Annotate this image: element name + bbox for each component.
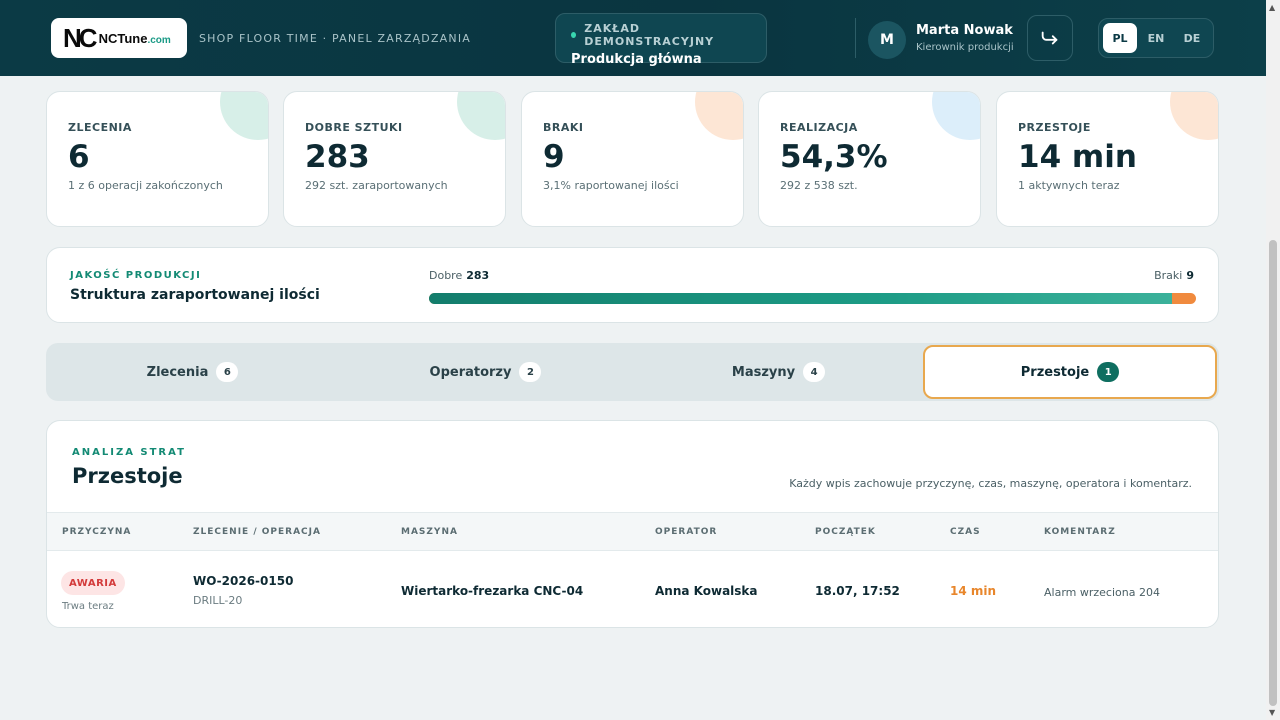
tab-downtime[interactable]: Przestoje 1 xyxy=(923,345,1217,399)
kpi-card-orders: ZLECENIA 6 1 z 6 operacji zakończonych xyxy=(46,91,269,227)
status-badge: AWARIA xyxy=(61,571,125,595)
comment: Alarm wrzeciona 204 xyxy=(1044,586,1160,599)
tab-machines[interactable]: Maszyny 4 xyxy=(632,343,925,401)
logo-domain: .com xyxy=(147,34,171,46)
kpi-value: 54,3% xyxy=(780,139,888,175)
tab-label: Zlecenia xyxy=(146,364,209,380)
user-name: Marta Nowak xyxy=(916,23,1013,38)
kpi-card-good-parts: DOBRE SZTUKI 283 292 szt. zaraportowanyc… xyxy=(283,91,506,227)
kpi-card-completion: REALIZACJA 54,3% 292 z 538 szt. xyxy=(758,91,981,227)
kpi-label: DOBRE SZTUKI xyxy=(305,121,403,134)
tab-bar: Zlecenia 6 Operatorzy 2 Maszyny 4 Przestoje… xyxy=(46,343,1219,401)
tab-label: Przestoje xyxy=(1020,364,1090,380)
good-parts-legend: Dobre 283 xyxy=(429,269,489,282)
user-role: Kierownik produkcji xyxy=(916,42,1014,53)
quality-progress-bar xyxy=(429,293,1196,304)
language-switcher: PL EN DE xyxy=(1098,18,1214,58)
kpi-subtext: 3,1% raportowanej ilości xyxy=(543,179,679,193)
tab-operators[interactable]: Operatorzy 2 xyxy=(339,343,632,401)
logout-icon xyxy=(1041,31,1058,45)
kpi-label: PRZESTOJE xyxy=(1018,121,1091,134)
scrap-label: Braki xyxy=(1154,269,1183,282)
avatar[interactable]: M xyxy=(868,21,906,59)
column-header-start[interactable]: POCZĄTEK xyxy=(815,527,876,537)
kpi-card-scrap: BRAKI 9 3,1% raportowanej ilości xyxy=(521,91,744,227)
tab-count-badge: 1 xyxy=(1097,362,1120,382)
column-header-reason[interactable]: PRZYCZYNA xyxy=(62,527,131,537)
lang-button-pl[interactable]: PL xyxy=(1103,23,1137,53)
page-scrollbar[interactable]: ▲ ▼ xyxy=(1266,0,1280,720)
panel-eyebrow: ANALIZA STRAT xyxy=(72,447,186,458)
operation-code: DRILL-20 xyxy=(193,594,243,607)
quality-progress-fill xyxy=(429,293,1173,304)
top-bar: NC NCTune.com SHOP FLOOR TIME · PANEL ZA… xyxy=(0,0,1266,76)
tab-orders[interactable]: Zlecenia 6 xyxy=(46,343,339,401)
logo-name: NCTune xyxy=(98,30,148,46)
duration: 14 min xyxy=(950,584,997,598)
kpi-value: 9 xyxy=(543,139,565,175)
logo-text: NCTune.com xyxy=(99,31,171,46)
tab-count-badge: 2 xyxy=(519,362,542,382)
kpi-label: REALIZACJA xyxy=(780,121,858,134)
tab-label: Operatorzy xyxy=(429,364,512,380)
panel-title: Przestoje xyxy=(72,464,183,488)
kpi-value: 283 xyxy=(305,139,370,175)
quality-card: JAKOŚĆ PRODUKCJI Struktura zaraportowane… xyxy=(46,247,1219,323)
column-header-duration[interactable]: CZAS xyxy=(950,527,981,537)
logo[interactable]: NC NCTune.com xyxy=(51,18,187,58)
logo-mark: NC xyxy=(63,23,98,53)
kpi-card-downtime: PRZESTOJE 14 min 1 aktywnych teraz xyxy=(996,91,1219,227)
kpi-subtext: 1 z 6 operacji zakończonych xyxy=(68,179,223,193)
kpi-subtext: 292 z 538 szt. xyxy=(780,179,858,193)
kpi-subtext: 1 aktywnych teraz xyxy=(1018,179,1120,193)
tab-count-badge: 6 xyxy=(216,362,239,382)
reason-status: Trwa teraz xyxy=(62,601,114,612)
scroll-down-arrow-icon[interactable]: ▼ xyxy=(1269,708,1275,717)
kpi-value: 14 min xyxy=(1018,139,1137,175)
scrap-legend: Braki 9 xyxy=(1154,269,1194,282)
column-header-operator[interactable]: OPERATOR xyxy=(655,527,717,537)
table-header: PRZYCZYNA ZLECENIE / OPERACJA MASZYNA OP… xyxy=(47,512,1218,551)
order-number: WO-2026-0150 xyxy=(193,574,294,588)
machine-name: Wiertarko-frezarka CNC-04 xyxy=(401,584,584,598)
kpi-subtext: 292 szt. zaraportowanych xyxy=(305,179,448,193)
kpi-label: ZLECENIA xyxy=(68,121,132,134)
plant-label-row: ZAKŁAD DEMONSTRACYJNY xyxy=(571,22,751,48)
plant-selector[interactable]: ZAKŁAD DEMONSTRACYJNY Produkcja główna xyxy=(555,13,767,67)
tab-label: Maszyny xyxy=(731,364,796,380)
operator-name: Anna Kowalska xyxy=(655,584,758,598)
logout-button[interactable] xyxy=(1027,15,1073,61)
scroll-up-arrow-icon[interactable]: ▲ xyxy=(1269,3,1275,12)
quality-title: Struktura zaraportowanej ilości xyxy=(70,287,320,303)
scrap-value: 9 xyxy=(1186,269,1194,282)
column-header-order[interactable]: ZLECENIE / OPERACJA xyxy=(193,527,321,537)
status-dot-icon xyxy=(571,32,577,38)
lang-button-de[interactable]: DE xyxy=(1175,23,1209,53)
app-subtitle: SHOP FLOOR TIME · PANEL ZARZĄDZANIA xyxy=(199,32,472,45)
scrollbar-thumb[interactable] xyxy=(1269,240,1277,706)
plant-name: Produkcja główna xyxy=(571,52,702,67)
header-divider xyxy=(855,18,856,58)
good-value: 283 xyxy=(466,269,490,282)
start-time: 18.07, 17:52 xyxy=(815,584,900,598)
kpi-value: 6 xyxy=(68,139,90,175)
column-header-machine[interactable]: MASZYNA xyxy=(401,527,458,537)
column-header-comment[interactable]: KOMENTARZ xyxy=(1044,527,1116,537)
tab-count-badge: 4 xyxy=(803,362,826,382)
kpi-label: BRAKI xyxy=(543,121,584,134)
panel-description: Każdy wpis zachowuje przyczynę, czas, ma… xyxy=(789,477,1192,490)
good-label: Dobre xyxy=(429,269,463,282)
plant-label: ZAKŁAD DEMONSTRACYJNY xyxy=(584,22,715,48)
quality-eyebrow: JAKOŚĆ PRODUKCJI xyxy=(70,270,202,281)
lang-button-en[interactable]: EN xyxy=(1139,23,1173,53)
downtime-panel: ANALIZA STRAT Przestoje Każdy wpis zacho… xyxy=(46,420,1219,628)
